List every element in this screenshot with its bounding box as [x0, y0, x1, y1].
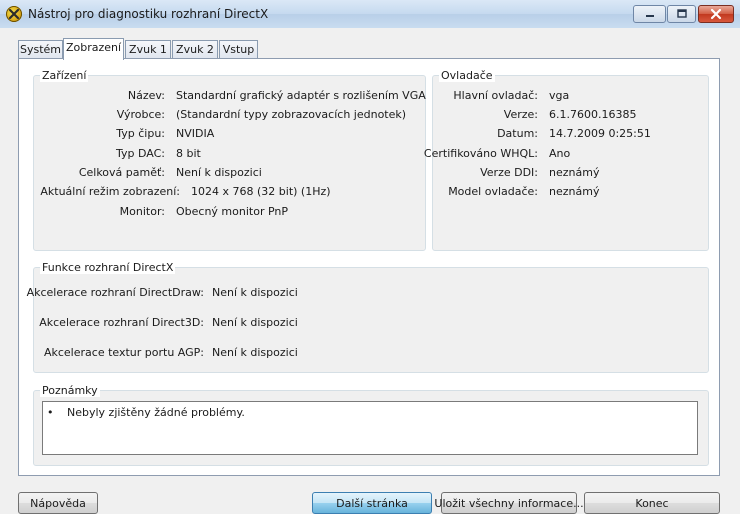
help-button[interactable]: Nápověda — [18, 492, 98, 514]
display-mode-value: 1024 x 768 (32 bit) (1Hz) — [191, 185, 331, 198]
manufacturer-label: Výrobce: — [116, 108, 165, 121]
monitor-value: Obecný monitor PnP — [176, 205, 289, 218]
drivers-group-title: Ovladače — [439, 69, 495, 82]
main-driver-label: Hlavní ovladač: — [453, 89, 538, 102]
directx-features-group: Funkce rozhraní DirectX Akcelerace rozhr… — [27, 261, 709, 373]
minimize-button[interactable] — [633, 5, 666, 23]
close-button[interactable] — [698, 5, 734, 23]
maximize-icon — [676, 9, 687, 18]
directx-icon — [6, 6, 22, 22]
maximize-button[interactable] — [667, 5, 696, 23]
tab-system[interactable]: Systém — [18, 40, 63, 59]
title-bar[interactable]: Nástroj pro diagnostiku rozhraní DirectX — [0, 0, 740, 28]
version-value: 6.1.7600.16385 — [549, 108, 637, 121]
date-label: Datum: — [497, 127, 538, 140]
agp-label: Akcelerace textur portu AGP: — [43, 346, 204, 359]
exit-button[interactable]: Konec — [584, 492, 720, 514]
device-name-value: Standardní grafický adaptér s rozlišením… — [176, 89, 426, 102]
date-value: 14.7.2009 0:25:51 — [549, 127, 651, 140]
directdraw-label: Akcelerace rozhraní DirectDraw: — [26, 286, 204, 299]
whql-value: Ano — [549, 147, 571, 160]
tab-display[interactable]: Zobrazení — [63, 38, 124, 60]
client-area: Systém Zobrazení Zvuk 1 Zvuk 2 Vstup Zař… — [0, 28, 740, 514]
tab-sound-1[interactable]: Zvuk 1 — [125, 40, 171, 59]
directdraw-value: Není k dispozici — [212, 286, 298, 299]
direct3d-label: Akcelerace rozhraní Direct3D: — [39, 316, 204, 329]
window-title: Nástroj pro diagnostiku rozhraní DirectX — [28, 7, 269, 21]
save-all-info-button[interactable]: Uložit všechny informace... — [434, 492, 584, 514]
notes-item: Nebyly zjištěny žádné problémy. — [67, 406, 245, 419]
direct3d-value: Není k dispozici — [212, 316, 298, 329]
chip-type-label: Typ čipu: — [116, 127, 165, 140]
monitor-label: Monitor: — [119, 205, 165, 218]
total-memory-value: Není k dispozici — [176, 166, 262, 179]
driver-model-value: neznámý — [549, 185, 600, 198]
device-group-title: Zařízení — [40, 69, 89, 82]
dxdiag-window: Nástroj pro diagnostiku rozhraní DirectX… — [0, 0, 740, 514]
dac-type-value: 8 bit — [176, 147, 201, 160]
tab-panel-display: Zařízení Název: Standardní grafický adap… — [18, 58, 720, 476]
whql-label: Certifikováno WHQL: — [423, 147, 538, 160]
notes-group-title: Poznámky — [40, 384, 100, 397]
display-mode-label: Aktuální režim zobrazení: — [40, 185, 180, 198]
device-name-label: Název: — [127, 89, 165, 102]
ddi-version-label: Verze DDI: — [480, 166, 538, 179]
dac-type-label: Typ DAC: — [116, 147, 165, 160]
tab-sound-2[interactable]: Zvuk 2 — [172, 40, 218, 59]
tab-input[interactable]: Vstup — [219, 40, 258, 59]
manufacturer-value: (Standardní typy zobrazovacích jednotek) — [176, 108, 407, 121]
close-icon — [710, 8, 722, 20]
features-group-title: Funkce rozhraní DirectX — [40, 261, 176, 274]
ddi-version-value: neznámý — [549, 166, 600, 179]
notes-textbox[interactable]: • Nebyly zjištěny žádné problémy. — [42, 401, 698, 455]
device-group: Zařízení Název: Standardní grafický adap… — [33, 69, 426, 251]
chip-type-value: NVIDIA — [176, 127, 215, 140]
next-page-button[interactable]: Další stránka — [312, 492, 432, 514]
version-label: Verze: — [503, 108, 538, 121]
minimize-icon — [645, 15, 654, 17]
notes-bullet: • — [47, 406, 54, 419]
drivers-group: Ovladače Hlavní ovladač: vga Verze: 6.1.… — [424, 69, 709, 251]
notes-group: Poznámky • Nebyly zjištěny žádné problém… — [33, 384, 709, 466]
agp-value: Není k dispozici — [212, 346, 298, 359]
driver-model-label: Model ovladače: — [448, 185, 538, 198]
main-driver-value: vga — [549, 89, 570, 102]
total-memory-label: Celková paměť: — [78, 166, 165, 179]
